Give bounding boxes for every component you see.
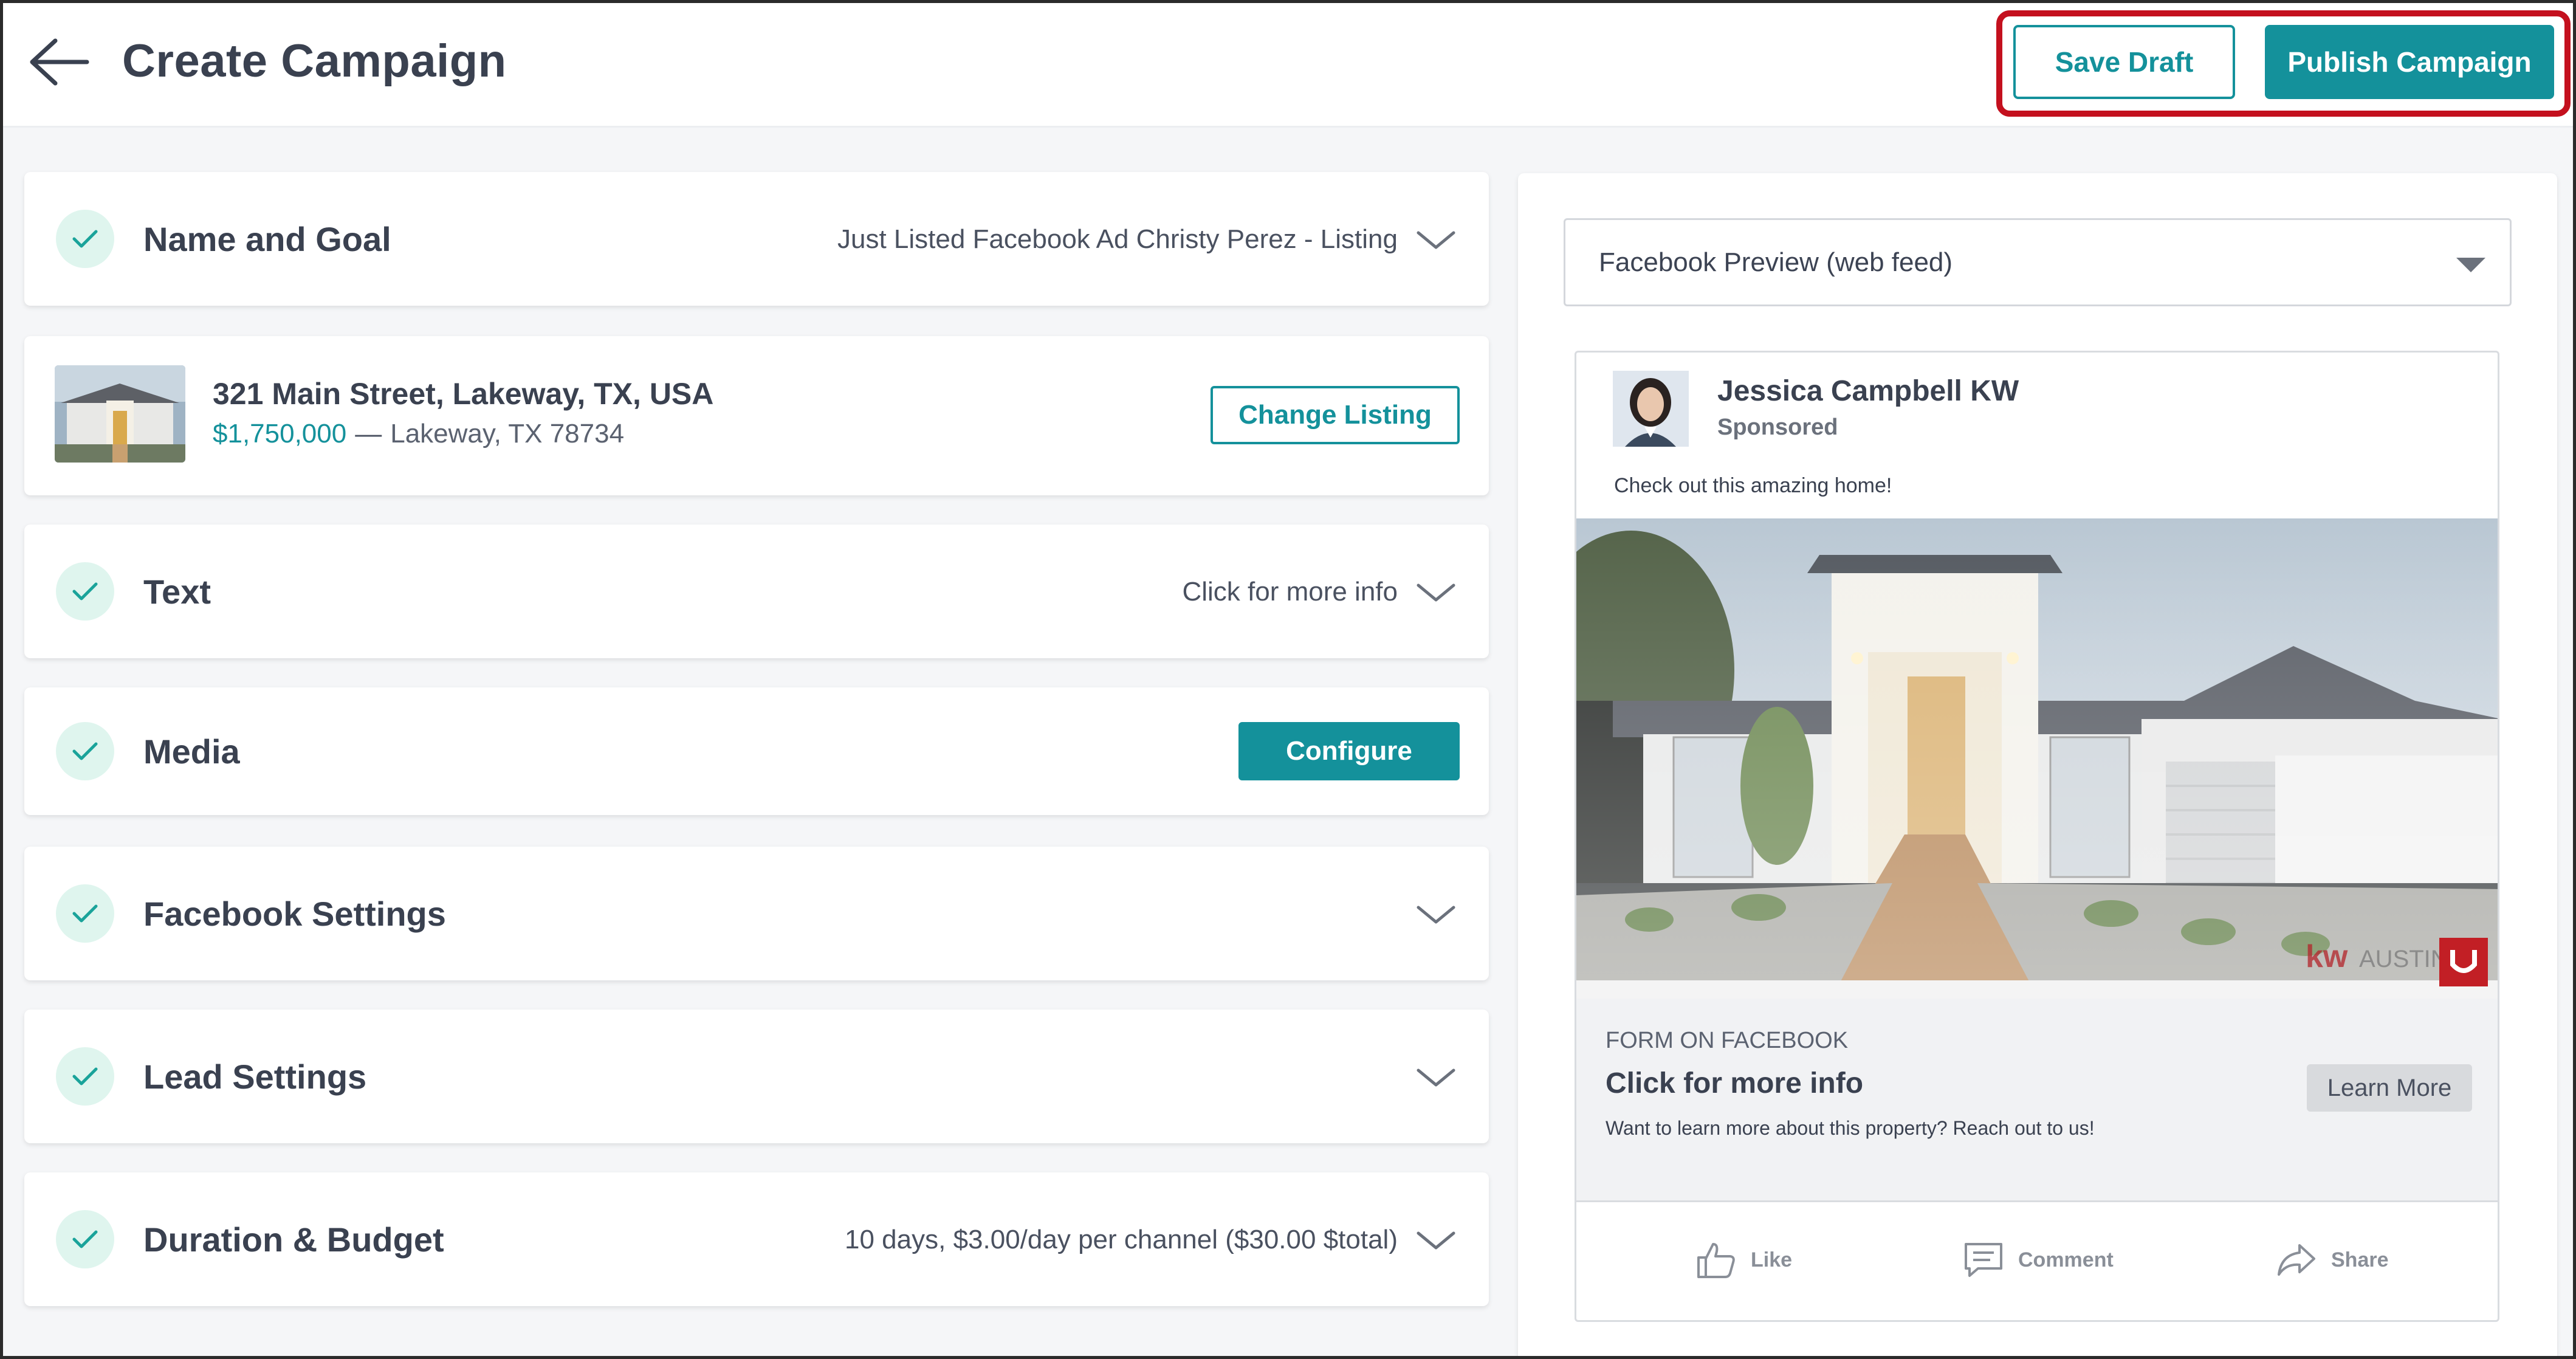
- share-icon: [2278, 1244, 2315, 1276]
- section-duration-budget[interactable]: Duration & Budget 10 days, $3.00/day per…: [24, 1172, 1489, 1306]
- form-label: FORM ON FACEBOOK: [1606, 1028, 1849, 1053]
- sponsored-label: Sponsored: [1717, 415, 1838, 440]
- section-title: Text: [143, 573, 211, 611]
- check-icon: [56, 1210, 114, 1268]
- svg-text:AUSTIN: AUSTIN: [2359, 946, 2448, 972]
- ad-description: Want to learn more about this property? …: [1606, 1117, 2095, 1139]
- section-summary: Just Listed Facebook Ad Christy Perez - …: [837, 224, 1398, 254]
- change-listing-button[interactable]: Change Listing: [1211, 386, 1460, 444]
- share-label: Share: [2331, 1248, 2389, 1271]
- section-media: Media Configure: [24, 687, 1489, 815]
- caret-down-icon: [2456, 258, 2485, 272]
- section-listing: 321 Main Street, Lakeway, TX, USA $1,750…: [24, 336, 1489, 495]
- section-name-and-goal[interactable]: Name and Goal Just Listed Facebook Ad Ch…: [24, 172, 1489, 306]
- configure-button[interactable]: Configure: [1238, 722, 1460, 780]
- check-icon: [56, 562, 114, 621]
- preview-type-value: Facebook Preview (web feed): [1599, 247, 1953, 277]
- listing-location: Lakeway, TX 78734: [390, 419, 625, 449]
- thumbs-up-icon: [1697, 1243, 1735, 1278]
- share-action[interactable]: Share: [2275, 1236, 2389, 1284]
- ad-cta-section: FORM ON FACEBOOK Click for more info Wan…: [1576, 999, 2498, 1202]
- chevron-down-icon[interactable]: [1415, 1228, 1457, 1253]
- listing-details: $1,750,000 — Lakeway, TX 78734: [213, 419, 624, 449]
- section-summary: Click for more info: [1182, 577, 1398, 607]
- section-title: Lead Settings: [143, 1058, 367, 1096]
- separator: —: [355, 419, 382, 449]
- ad-listing-photo: kw AUSTIN: [1576, 518, 2498, 999]
- chevron-down-icon[interactable]: [1415, 228, 1457, 252]
- check-icon: [56, 722, 114, 780]
- section-title: Duration & Budget: [143, 1220, 444, 1259]
- comment-label: Comment: [2018, 1248, 2114, 1271]
- app-window: Create Campaign Save Draft Publish Campa…: [0, 0, 2576, 1359]
- top-header: Create Campaign Save Draft Publish Campa…: [3, 3, 2573, 128]
- listing-price: $1,750,000: [213, 419, 347, 449]
- section-summary: 10 days, $3.00/day per channel ($30.00 $…: [845, 1225, 1398, 1254]
- logo-badge: [2439, 938, 2488, 986]
- back-arrow-icon[interactable]: [26, 35, 93, 89]
- page-title: Create Campaign: [122, 35, 507, 87]
- check-icon: [56, 210, 114, 268]
- listing-thumbnail: [55, 365, 185, 463]
- ad-headline: Click for more info: [1606, 1067, 1864, 1099]
- chevron-down-icon[interactable]: [1415, 1065, 1457, 1090]
- comment-icon: [1965, 1243, 2002, 1277]
- avatar: [1613, 371, 1689, 447]
- ad-actions-bar: Like Comment Share: [1576, 1202, 2498, 1320]
- check-icon: [56, 884, 114, 943]
- svg-text:kw: kw: [2306, 939, 2348, 974]
- brokerage-logo: kw AUSTIN: [2306, 937, 2458, 979]
- section-text[interactable]: Text Click for more info: [24, 525, 1489, 658]
- ad-page-name: Jessica Campbell KW: [1717, 375, 2019, 407]
- save-draft-button[interactable]: Save Draft: [2013, 25, 2235, 99]
- facebook-ad-preview: Jessica Campbell KW Sponsored Check out …: [1575, 351, 2499, 1322]
- section-title: Facebook Settings: [143, 895, 446, 933]
- section-lead-settings[interactable]: Lead Settings: [24, 1010, 1489, 1143]
- preview-panel: Facebook Preview (web feed) Jessica Camp…: [1518, 173, 2557, 1356]
- section-facebook-settings[interactable]: Facebook Settings: [24, 847, 1489, 980]
- check-icon: [56, 1047, 114, 1106]
- learn-more-button[interactable]: Learn More: [2307, 1064, 2472, 1112]
- like-label: Like: [1751, 1248, 1793, 1271]
- ad-message: Check out this amazing home!: [1614, 474, 1892, 497]
- preview-type-dropdown[interactable]: Facebook Preview (web feed): [1564, 218, 2512, 306]
- comment-action[interactable]: Comment: [1962, 1236, 2114, 1284]
- chevron-down-icon[interactable]: [1415, 580, 1457, 605]
- section-title: Media: [143, 732, 240, 771]
- chevron-down-icon[interactable]: [1415, 903, 1457, 927]
- listing-address: 321 Main Street, Lakeway, TX, USA: [213, 377, 714, 411]
- section-title: Name and Goal: [143, 220, 391, 258]
- like-action[interactable]: Like: [1695, 1236, 1792, 1284]
- publish-campaign-button[interactable]: Publish Campaign: [2265, 25, 2554, 99]
